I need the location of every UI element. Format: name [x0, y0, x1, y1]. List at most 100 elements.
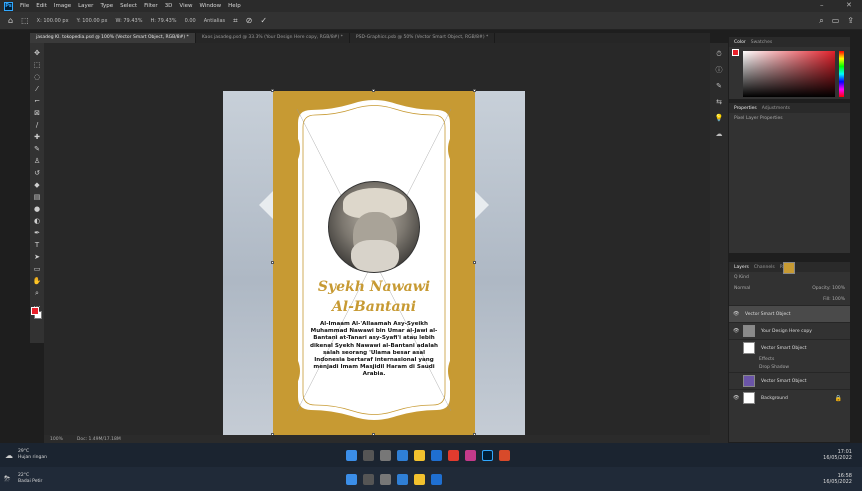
menu-select[interactable]: Select: [120, 3, 137, 9]
opacity-field[interactable]: Opacity: 100%: [812, 286, 845, 291]
adjustments-icon[interactable]: ⇆: [712, 97, 726, 107]
tab-swatches[interactable]: Swatches: [751, 40, 773, 45]
effects-row[interactable]: Effects: [729, 356, 850, 364]
task-view-icon[interactable]: [380, 473, 391, 485]
tab-adjustments[interactable]: Adjustments: [762, 106, 790, 111]
file-explorer-icon[interactable]: [414, 449, 425, 461]
brush-settings-icon[interactable]: ✎: [712, 81, 726, 91]
menu-3d[interactable]: 3D: [165, 3, 173, 9]
menu-image[interactable]: Image: [54, 3, 71, 9]
cloud-icon[interactable]: ☁: [712, 129, 726, 139]
fill-field[interactable]: Fill: 100%: [823, 297, 845, 302]
zoom-icon[interactable]: ⌕: [32, 288, 42, 298]
hue-slider[interactable]: [839, 51, 844, 97]
commit-transform-icon[interactable]: ✓: [260, 16, 267, 25]
tab-layers[interactable]: Layers: [734, 265, 749, 270]
menu-layer[interactable]: Layer: [78, 3, 93, 9]
store-icon[interactable]: [397, 449, 408, 461]
angle-field[interactable]: 0.00: [185, 18, 196, 24]
blur-icon[interactable]: ●: [32, 204, 42, 214]
chrome-icon[interactable]: [448, 449, 459, 461]
crop-icon[interactable]: ⌐: [32, 96, 42, 106]
layer-row[interactable]: 👁 Background 🔒: [729, 389, 850, 406]
healing-icon[interactable]: ✚: [32, 132, 42, 142]
tab-document-2[interactable]: Kaos jasadeg.psd @ 33.3% (Your Design He…: [196, 33, 350, 43]
store-icon[interactable]: [397, 473, 408, 485]
app-icon[interactable]: [499, 449, 510, 461]
close-icon[interactable]: ✕: [846, 1, 852, 9]
search-icon[interactable]: [363, 473, 374, 485]
move-icon[interactable]: ✥: [32, 48, 42, 58]
document-canvas[interactable]: Syekh Nawawi Al-Bantani Al-Imaam Al-'All…: [223, 89, 525, 436]
weather-widget[interactable]: 29°C Hujan ringan: [18, 449, 47, 461]
menu-view[interactable]: View: [179, 3, 192, 9]
transform-handle[interactable]: [473, 89, 476, 92]
magic-wand-icon[interactable]: ⁄: [32, 84, 42, 94]
gradient-icon[interactable]: ▤: [32, 192, 42, 202]
menu-window[interactable]: Window: [199, 3, 221, 9]
zoom-level[interactable]: 100%: [50, 437, 63, 442]
transform-handle[interactable]: [271, 89, 274, 92]
info-icon[interactable]: ⓘ: [712, 65, 726, 75]
app-icon[interactable]: [465, 449, 476, 461]
visibility-eye-icon[interactable]: 👁: [733, 311, 739, 317]
task-view-icon[interactable]: [380, 449, 391, 461]
layer-row[interactable]: Vector Smart Object: [729, 372, 850, 389]
eraser-icon[interactable]: ◆: [32, 180, 42, 190]
marquee-icon[interactable]: ⬚: [32, 60, 42, 70]
visibility-eye-icon[interactable]: 👁: [733, 395, 739, 401]
photoshop-taskbar-icon[interactable]: [482, 449, 493, 461]
pen-icon[interactable]: ✒: [32, 228, 42, 238]
eyedropper-icon[interactable]: /: [32, 120, 42, 130]
canvas-area[interactable]: Syekh Nawawi Al-Bantani Al-Imaam Al-'All…: [44, 43, 710, 436]
type-icon[interactable]: T: [32, 240, 42, 250]
frame-icon[interactable]: ⊠: [32, 108, 42, 118]
search-icon[interactable]: [363, 449, 374, 461]
transform-handle[interactable]: [271, 261, 274, 264]
lightbulb-icon[interactable]: 💡: [712, 113, 726, 123]
stamp-icon[interactable]: ♙: [32, 156, 42, 166]
layer-row[interactable]: Vector Smart Object: [729, 339, 850, 356]
drop-shadow-row[interactable]: Drop Shadow: [729, 364, 850, 372]
hand-icon[interactable]: ✋: [32, 276, 42, 286]
foreground-color-swatch[interactable]: [31, 307, 39, 315]
tab-document-1[interactable]: jasadeg Kl. tokopedia.psd @ 100% (Vector…: [30, 33, 196, 43]
transform-handle[interactable]: [473, 261, 476, 264]
menu-help[interactable]: Help: [228, 3, 241, 9]
lasso-icon[interactable]: ◌: [32, 72, 42, 82]
foreground-color-chip[interactable]: [732, 49, 739, 56]
tab-document-3[interactable]: PSD-Graphics.psb @ 50% (Vector Smart Obj…: [350, 33, 496, 43]
edge-icon[interactable]: [431, 449, 442, 461]
transform-icon[interactable]: ⬚: [21, 16, 29, 25]
search-icon[interactable]: ⌕: [819, 16, 823, 26]
menu-edit[interactable]: Edit: [36, 3, 47, 9]
width-field[interactable]: W: 79.43%: [115, 18, 142, 24]
height-field[interactable]: H: 79.43%: [150, 18, 176, 24]
menu-file[interactable]: File: [20, 3, 29, 9]
warp-icon[interactable]: ⌗: [233, 16, 238, 26]
history-icon[interactable]: ⏱: [712, 49, 726, 59]
minimize-icon[interactable]: –: [820, 1, 824, 9]
tab-channels[interactable]: Channels: [754, 265, 775, 270]
edge-icon[interactable]: [431, 473, 442, 485]
transform-handle[interactable]: [372, 89, 375, 92]
layer-row[interactable]: 👁 Your Design Here copy: [729, 322, 850, 339]
brush-icon[interactable]: ✎: [32, 144, 42, 154]
layer-row[interactable]: 👁 Vector Smart Object: [729, 262, 850, 322]
share-icon[interactable]: ⇪: [847, 16, 854, 25]
cancel-transform-icon[interactable]: ⊘: [246, 16, 253, 25]
home-icon[interactable]: ⌂: [8, 16, 13, 25]
weather-widget[interactable]: 22°C Badai Petir: [18, 473, 42, 485]
history-brush-icon[interactable]: ↺: [32, 168, 42, 178]
file-explorer-icon[interactable]: [414, 473, 425, 485]
system-tray[interactable]: 16:58 16/05/2022: [823, 473, 852, 485]
visibility-eye-icon[interactable]: 👁: [733, 328, 739, 334]
interpolation-field[interactable]: Antialias: [204, 18, 225, 24]
menu-filter[interactable]: Filter: [144, 3, 158, 9]
system-tray[interactable]: 17:01 16/05/2022: [823, 449, 852, 461]
start-icon[interactable]: [346, 473, 357, 485]
menu-type[interactable]: Type: [100, 3, 113, 9]
path-select-icon[interactable]: ➤: [32, 252, 42, 262]
shape-icon[interactable]: ▭: [32, 264, 42, 274]
y-position-field[interactable]: Y: 100.00 px: [77, 18, 108, 24]
